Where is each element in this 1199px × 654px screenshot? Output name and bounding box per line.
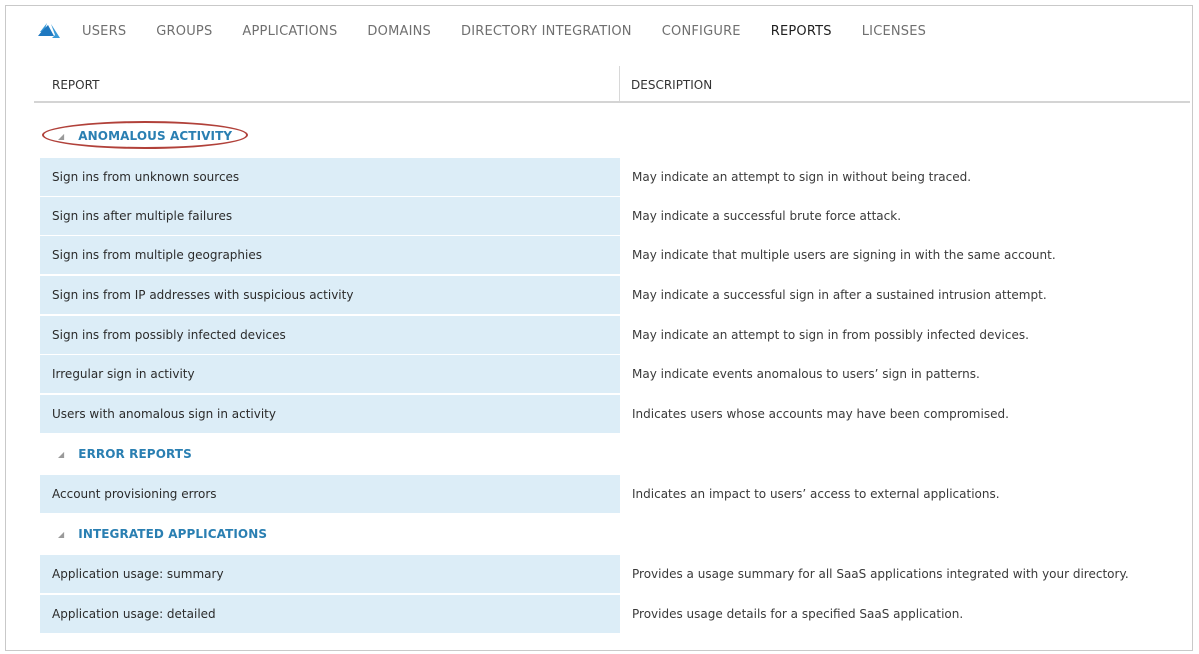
table-row[interactable]: Application usage: detailed Provides usa… — [40, 595, 1192, 633]
report-description: Indicates users whose accounts may have … — [632, 407, 1009, 421]
table-row[interactable]: Sign ins from IP addresses with suspicio… — [40, 276, 1192, 314]
report-description: Indicates an impact to users’ access to … — [632, 487, 1000, 501]
report-name[interactable]: Users with anomalous sign in activity — [40, 395, 620, 433]
report-description: May indicate an attempt to sign in from … — [632, 328, 1029, 342]
report-description: Provides usage details for a specified S… — [632, 607, 964, 621]
report-name[interactable]: Sign ins from possibly infected devices — [40, 316, 620, 354]
column-header-report[interactable]: REPORT — [52, 78, 99, 92]
collapse-triangle-icon[interactable]: ◢ — [58, 450, 64, 459]
nav-reports[interactable]: REPORTS — [771, 24, 832, 39]
report-name[interactable]: Account provisioning errors — [40, 475, 620, 513]
report-name[interactable]: Sign ins from unknown sources — [40, 158, 620, 196]
collapse-triangle-icon[interactable]: ◢ — [58, 530, 64, 539]
column-divider — [619, 66, 620, 102]
report-description: Provides a usage summary for all SaaS ap… — [632, 567, 1129, 581]
column-header-description[interactable]: DESCRIPTION — [631, 78, 712, 92]
group-integrated-applications[interactable]: ◢ INTEGRATED APPLICATIONS — [40, 519, 267, 549]
report-description: May indicate events anomalous to users’ … — [632, 367, 980, 381]
report-description: May indicate a successful sign in after … — [632, 288, 1047, 302]
table-row[interactable]: Sign ins after multiple failures May ind… — [40, 197, 1192, 235]
header-divider — [34, 101, 1190, 103]
report-name[interactable]: Sign ins from multiple geographies — [40, 236, 620, 274]
table-row[interactable]: Sign ins from possibly infected devices … — [40, 316, 1192, 354]
report-description: May indicate that multiple users are sig… — [632, 248, 1056, 262]
report-description: May indicate an attempt to sign in witho… — [632, 170, 972, 184]
report-name[interactable]: Irregular sign in activity — [40, 355, 620, 393]
table-row[interactable]: Irregular sign in activity May indicate … — [40, 355, 1192, 393]
nav-groups[interactable]: GROUPS — [156, 24, 212, 39]
nav-licenses[interactable]: LICENSES — [862, 24, 926, 39]
report-name[interactable]: Application usage: summary — [40, 555, 620, 593]
table-row[interactable]: Application usage: summary Provides a us… — [40, 555, 1192, 593]
azure-ad-icon[interactable] — [38, 23, 60, 39]
group-error-reports[interactable]: ◢ ERROR REPORTS — [40, 439, 192, 469]
highlight-oval — [42, 121, 248, 149]
report-description: May indicate a successful brute force at… — [632, 209, 902, 223]
group-title: INTEGRATED APPLICATIONS — [78, 527, 268, 541]
report-name[interactable]: Sign ins after multiple failures — [40, 197, 620, 235]
report-name[interactable]: Sign ins from IP addresses with suspicio… — [40, 276, 620, 314]
table-row[interactable]: Account provisioning errors Indicates an… — [40, 475, 1192, 513]
table-row[interactable]: Sign ins from multiple geographies May i… — [40, 236, 1192, 274]
nav-applications[interactable]: APPLICATIONS — [242, 24, 337, 39]
top-navigation: USERS GROUPS APPLICATIONS DOMAINS DIRECT… — [38, 18, 956, 44]
report-name[interactable]: Application usage: detailed — [40, 595, 620, 633]
table-row[interactable]: Users with anomalous sign in activity In… — [40, 395, 1192, 433]
group-title: ERROR REPORTS — [78, 447, 192, 461]
nav-directory-integration[interactable]: DIRECTORY INTEGRATION — [461, 24, 632, 39]
nav-users[interactable]: USERS — [82, 24, 126, 39]
table-header: REPORT DESCRIPTION — [34, 66, 1190, 102]
nav-configure[interactable]: CONFIGURE — [662, 24, 741, 39]
table-row[interactable]: Sign ins from unknown sources May indica… — [40, 158, 1192, 196]
nav-domains[interactable]: DOMAINS — [367, 24, 431, 39]
